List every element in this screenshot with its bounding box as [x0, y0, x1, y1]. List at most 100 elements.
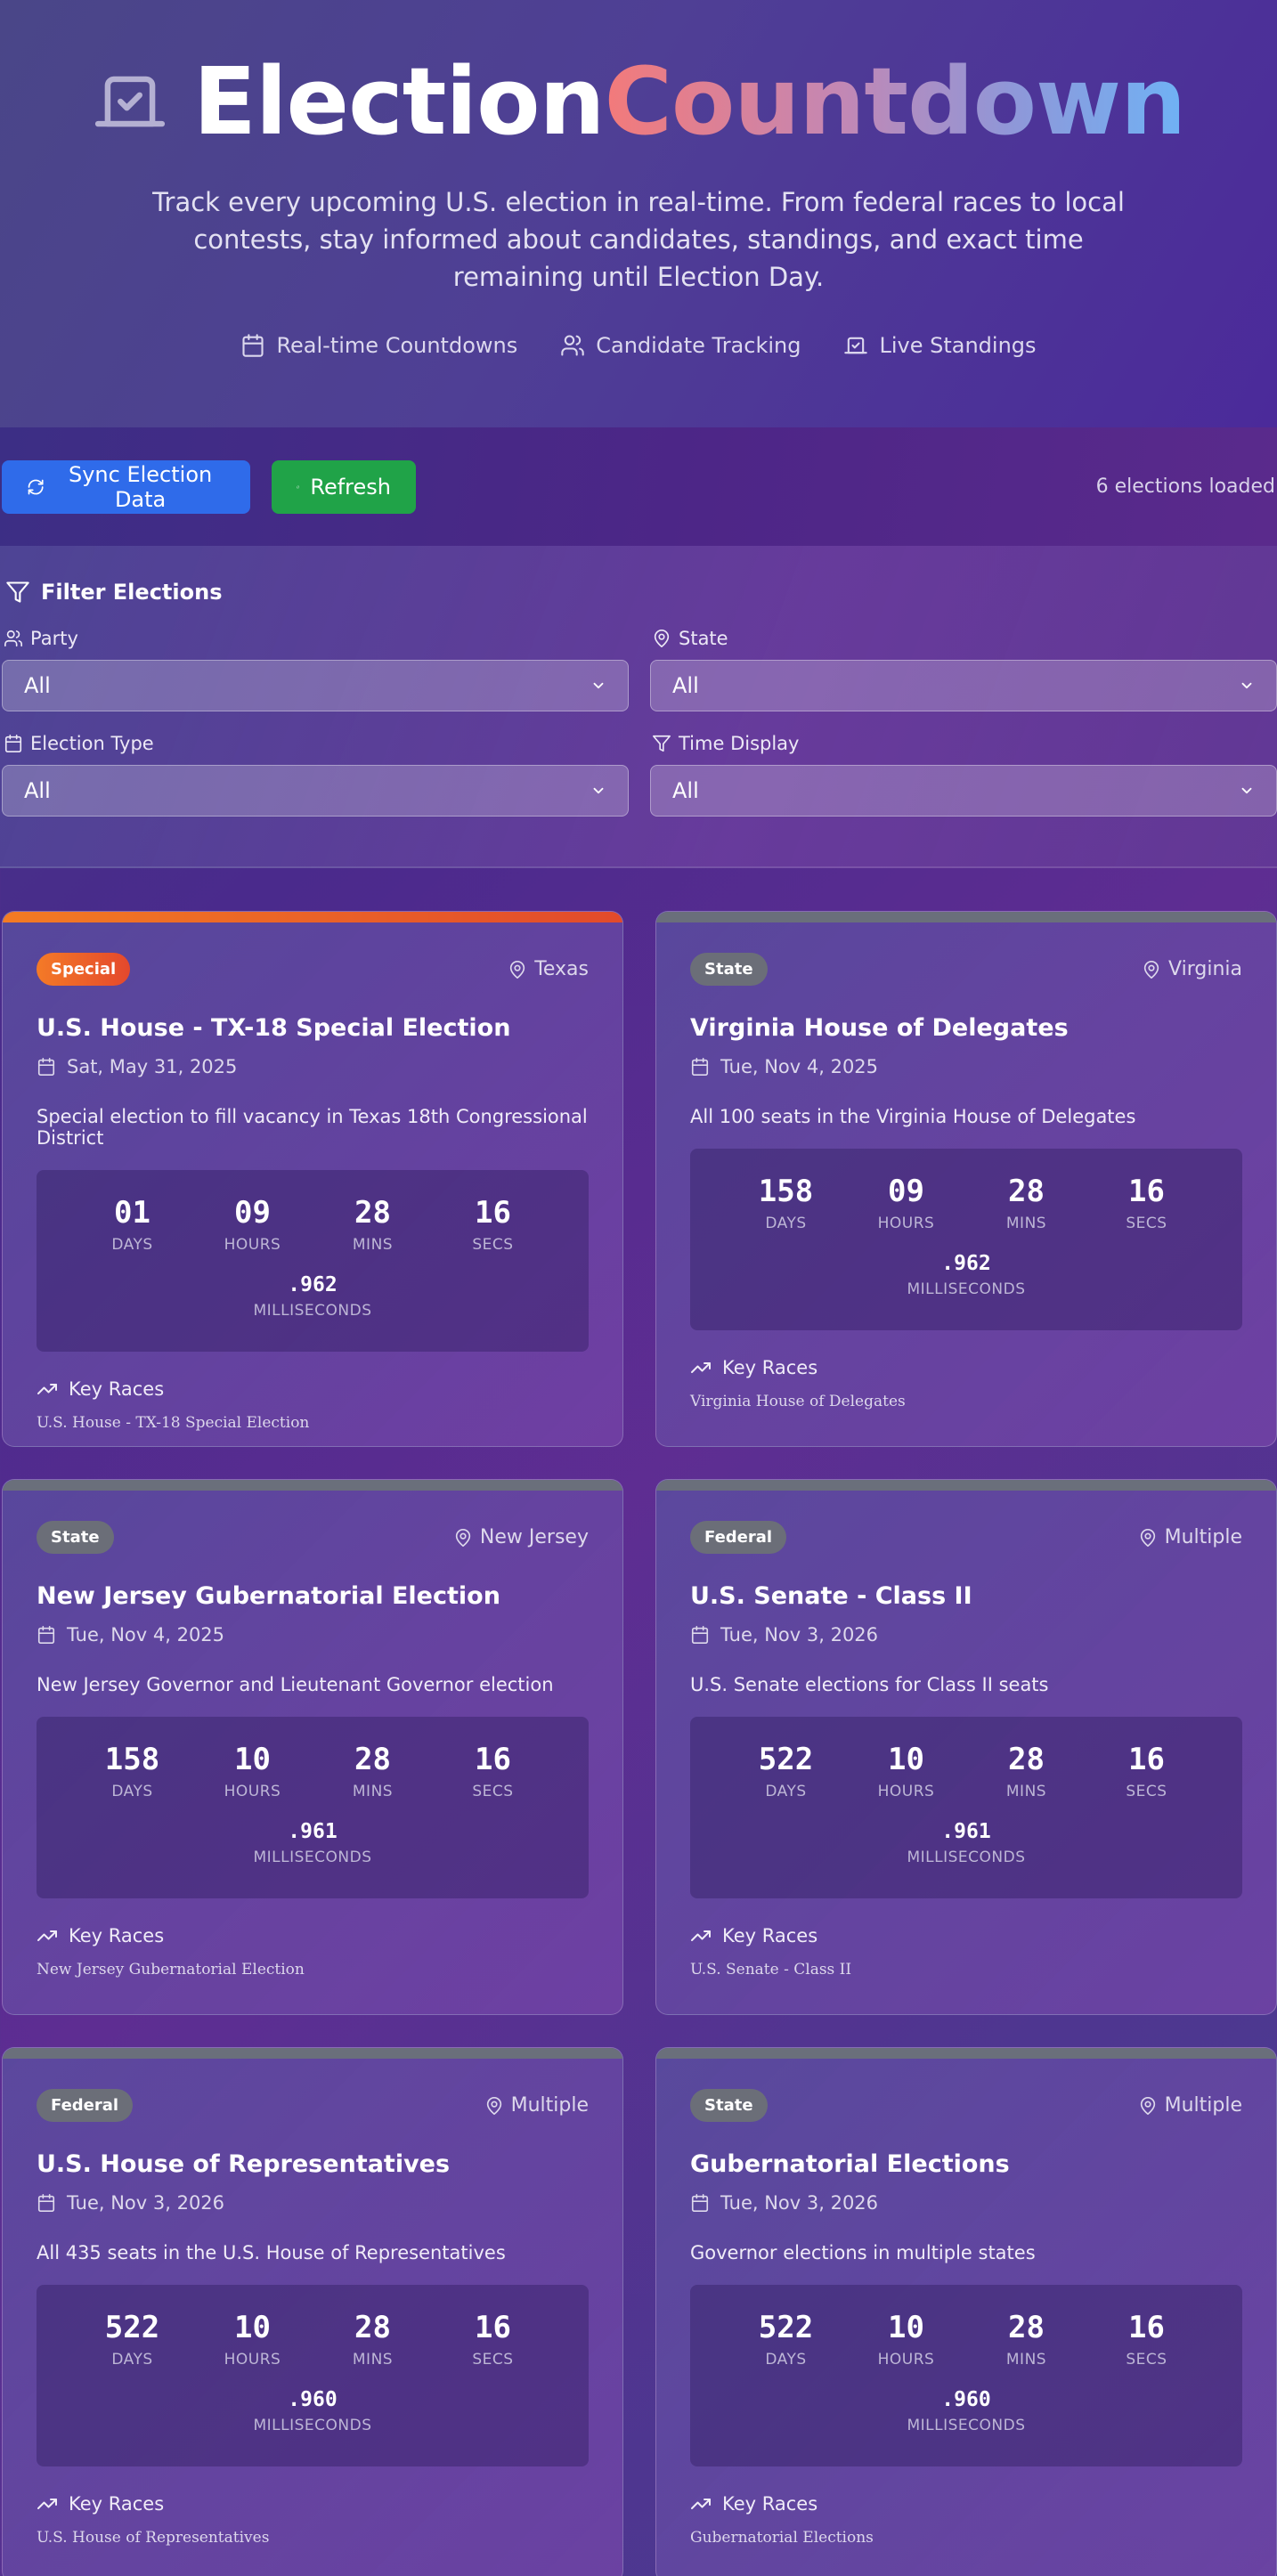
sync-election-data-button[interactable]: Sync Election Data — [2, 459, 250, 514]
card-location: Virginia — [1142, 958, 1242, 980]
trending-up-icon — [691, 2499, 711, 2509]
trending-up-icon — [691, 1362, 711, 1373]
date-text: Tue, Nov 3, 2026 — [67, 2192, 225, 2214]
election-type-select[interactable]: All — [2, 765, 629, 817]
countdown-hours: 10 HOURS — [877, 1742, 935, 1800]
type-badge: State — [690, 2089, 768, 2122]
countdown-days: 158 DAYS — [758, 1174, 814, 1232]
key-race-item: Gubernatorial Elections — [690, 2529, 874, 2547]
trending-up-icon — [691, 1930, 711, 1941]
countdown-hours: 10 HOURS — [224, 1742, 281, 1800]
toolbar: Sync Election Data Refresh 6 elections l… — [0, 427, 1277, 546]
countdown-days: 158 DAYS — [104, 1742, 160, 1800]
party-select[interactable]: All — [2, 660, 629, 711]
countdown-hours: 10 HOURS — [224, 2310, 281, 2369]
key-races-heading: Key Races — [37, 1925, 589, 1946]
election-card[interactable]: Special Texas U.S. House - TX-18 Special… — [2, 911, 623, 1447]
chevron-down-icon — [1241, 682, 1252, 689]
state-label: State — [679, 628, 728, 649]
calendar-icon — [691, 1058, 709, 1076]
countdown-secs: 16 SECS — [1126, 1742, 1167, 1800]
feature-countdowns: Real-time Countdowns — [240, 333, 517, 358]
card-date: Tue, Nov 3, 2026 — [37, 2192, 589, 2214]
key-races-heading: Key Races — [690, 2493, 1242, 2515]
card-date: Sat, May 31, 2025 — [37, 1056, 589, 1077]
countdown-timer: 158 DAYS 09 HOURS 28 MINS 16 SECS .962 MILLIS… — [690, 1149, 1242, 1330]
countdown-secs: 16 SECS — [1126, 1174, 1167, 1232]
card-description: Governor elections in multiple states — [690, 2242, 1036, 2263]
key-race-item: U.S. House - TX-18 Special Election — [37, 1414, 310, 1432]
users-icon — [561, 335, 584, 356]
state-select[interactable]: All — [650, 660, 1277, 711]
election-card[interactable]: State Virginia Virginia House of Delegat… — [655, 911, 1277, 1447]
map-pin-icon — [654, 630, 670, 647]
time-display-filter: Time Display All — [650, 733, 1277, 817]
election-card[interactable]: Federal Multiple U.S. House of Represent… — [2, 2047, 623, 2576]
calendar-icon — [4, 735, 22, 752]
filter-icon — [6, 581, 29, 603]
key-races-heading: Key Races — [37, 2493, 589, 2515]
title-election: Election — [192, 47, 606, 156]
card-description: All 435 seats in the U.S. House of Repre… — [37, 2242, 506, 2263]
election-type-value: All — [24, 778, 51, 803]
refresh-icon — [28, 479, 44, 494]
card-location: Multiple — [1138, 2094, 1242, 2117]
countdown-secs: 16 SECS — [472, 1195, 514, 1254]
type-badge: Federal — [690, 1521, 787, 1554]
chevron-down-icon — [593, 682, 604, 689]
app-title: ElectionCountdown — [0, 55, 1277, 148]
countdown-milliseconds: .962 MILLISECONDS — [907, 1252, 1026, 1298]
type-badge: Special — [37, 953, 131, 986]
filter-panel: Filter Elections Party All State All Ele… — [0, 546, 1277, 868]
hero-subtitle: Track every upcoming U.S. election in re… — [152, 187, 1125, 292]
countdown-milliseconds: .961 MILLISECONDS — [253, 1820, 372, 1866]
countdown-timer: 522 DAYS 10 HOURS 28 MINS 16 SECS .961 MILLIS… — [690, 1717, 1242, 1898]
date-text: Tue, Nov 3, 2026 — [720, 2192, 879, 2214]
map-pin-icon — [1143, 960, 1159, 979]
card-accent-bar — [656, 1480, 1276, 1491]
key-races-heading: Key Races — [37, 1378, 589, 1400]
hero-header: ElectionCountdown Track every upcoming U… — [0, 0, 1277, 427]
card-title: Gubernatorial Elections — [690, 2150, 1010, 2178]
countdown-milliseconds: .961 MILLISECONDS — [907, 1820, 1026, 1866]
key-race-item: U.S. House of Representatives — [37, 2529, 270, 2547]
countdown-days: 01 DAYS — [111, 1195, 153, 1254]
trending-up-icon — [37, 2499, 57, 2509]
countdown-mins: 28 MINS — [1005, 1174, 1047, 1232]
feature-list: Real-time Countdowns Candidate Tracking … — [0, 333, 1277, 358]
countdown-mins: 28 MINS — [1005, 2310, 1047, 2369]
feature-standings: Live Standings — [843, 333, 1037, 358]
election-type-filter: Election Type All — [2, 733, 629, 817]
card-location: Multiple — [1138, 1526, 1242, 1548]
location-text: Multiple — [1164, 2094, 1242, 2117]
countdown-timer: 158 DAYS 10 HOURS 28 MINS 16 SECS .961 MILLIS… — [37, 1717, 589, 1898]
time-display-select[interactable]: All — [650, 765, 1277, 817]
filter-heading: Filter Elections — [5, 580, 1275, 605]
election-card[interactable]: Federal Multiple U.S. Senate - Class II … — [655, 1479, 1277, 2015]
card-description: Special election to fill vacancy in Texa… — [37, 1106, 588, 1149]
vote-icon — [844, 337, 868, 354]
countdown-hours: 10 HOURS — [877, 2310, 935, 2369]
ballot-box-icon — [94, 76, 165, 127]
map-pin-icon — [455, 1528, 471, 1547]
date-text: Sat, May 31, 2025 — [67, 1056, 238, 1077]
countdown-secs: 16 SECS — [472, 1742, 514, 1800]
refresh-button[interactable]: Refresh — [272, 459, 416, 514]
countdown-milliseconds: .960 MILLISECONDS — [253, 2388, 372, 2434]
key-races-heading: Key Races — [690, 1925, 1242, 1946]
election-card[interactable]: State New Jersey New Jersey Gubernatoria… — [2, 1479, 623, 2015]
countdown-hours: 09 HOURS — [224, 1195, 281, 1254]
card-date: Tue, Nov 3, 2026 — [690, 1624, 1242, 1646]
location-text: Multiple — [1164, 1526, 1242, 1548]
key-races-heading: Key Races — [690, 1357, 1242, 1378]
elections-count: 6 elections loaded — [1095, 475, 1275, 498]
feature-label: Real-time Countdowns — [276, 333, 518, 358]
calendar-icon — [242, 334, 264, 357]
refresh-icon — [297, 485, 300, 488]
countdown-days: 522 DAYS — [104, 2310, 160, 2369]
card-date: Tue, Nov 4, 2025 — [690, 1056, 1242, 1077]
trending-up-icon — [37, 1930, 57, 1941]
users-icon — [4, 630, 22, 647]
card-date: Tue, Nov 3, 2026 — [690, 2192, 1242, 2214]
election-card[interactable]: State Multiple Gubernatorial Elections T… — [655, 2047, 1277, 2576]
